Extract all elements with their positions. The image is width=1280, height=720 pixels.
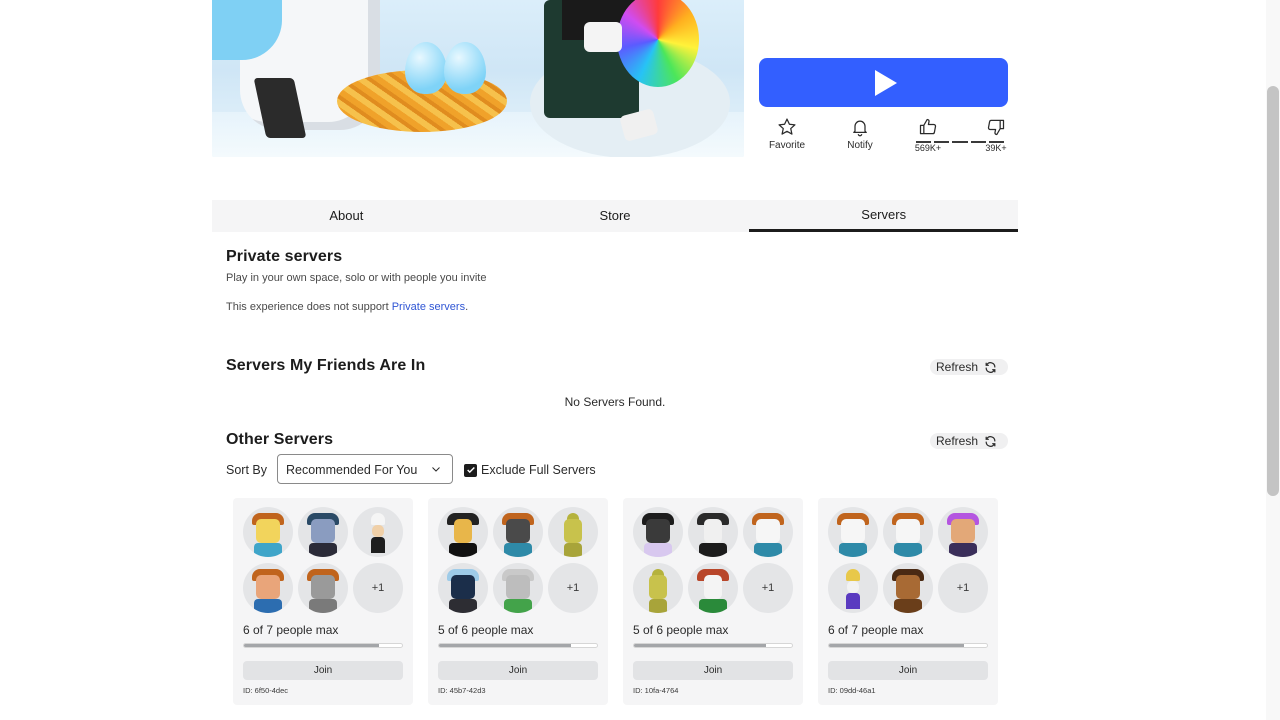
- player-avatar[interactable]: [493, 563, 543, 613]
- server-capacity: 5 of 6 people max: [633, 623, 729, 637]
- server-capacity: 6 of 7 people max: [828, 623, 924, 637]
- player-avatar[interactable]: [298, 507, 348, 557]
- refresh-label: Refresh: [936, 434, 979, 448]
- player-avatar[interactable]: [743, 507, 793, 557]
- tab-bar: About Store Servers: [212, 200, 1019, 232]
- capacity-bar-fill: [634, 644, 766, 647]
- capacity-bar: [243, 643, 403, 648]
- player-avatar[interactable]: [438, 507, 488, 557]
- capacity-bar-fill: [244, 644, 380, 647]
- experience-page: Favorite Notify 569K+ 39K+ About Store S…: [0, 0, 1280, 720]
- player-avatar[interactable]: [353, 507, 403, 557]
- server-id: ID: 09dd-46a1: [828, 686, 876, 695]
- private-servers-notice: This experience does not support Private…: [226, 301, 468, 313]
- server-card: +1 6 of 7 people max Join ID: 09dd-46a1: [818, 498, 998, 705]
- more-players-badge[interactable]: +1: [548, 563, 598, 613]
- chevron-down-icon: [432, 467, 440, 472]
- thumbs-down-icon: [987, 119, 1005, 136]
- notice-text: This experience does not support: [226, 301, 392, 313]
- checkbox-checked-icon: [464, 463, 477, 477]
- join-button[interactable]: Join: [828, 661, 988, 680]
- server-card: +1 5 of 6 people max Join ID: 45b7-42d3: [428, 498, 608, 705]
- notify-label: Notify: [847, 140, 873, 151]
- player-avatar[interactable]: [493, 507, 543, 557]
- player-avatar[interactable]: [938, 507, 988, 557]
- scrollbar-thumb[interactable]: [1267, 86, 1279, 496]
- no-servers-message: No Servers Found.: [564, 395, 666, 409]
- player-avatar[interactable]: [438, 563, 488, 613]
- player-avatars: +1: [633, 507, 795, 613]
- exclude-full-servers-label: Exclude Full Servers: [481, 463, 596, 477]
- friends-servers-title: Servers My Friends Are In: [226, 357, 426, 374]
- blue-egg: [405, 42, 447, 94]
- private-servers-subtitle: Play in your own space, solo or with peo…: [226, 272, 487, 284]
- server-capacity: 6 of 7 people max: [243, 623, 339, 637]
- join-button[interactable]: Join: [633, 661, 793, 680]
- capacity-bar-fill: [439, 644, 571, 647]
- capacity-bar: [633, 643, 793, 648]
- tab-about[interactable]: About: [212, 200, 481, 232]
- player-avatar[interactable]: [243, 563, 293, 613]
- tab-servers[interactable]: Servers: [749, 200, 1019, 232]
- player-avatar[interactable]: [828, 507, 878, 557]
- star-icon: [778, 118, 796, 135]
- upvote-count: 569K+: [914, 143, 942, 153]
- server-capacity: 5 of 6 people max: [438, 623, 534, 637]
- server-id: ID: 10fa-4764: [633, 686, 679, 695]
- player-avatar[interactable]: [883, 507, 933, 557]
- notice-period: .: [465, 301, 469, 313]
- player-avatar[interactable]: [298, 563, 348, 613]
- exclude-full-servers-checkbox[interactable]: Exclude Full Servers: [464, 463, 596, 477]
- tab-store[interactable]: Store: [481, 200, 750, 232]
- join-button[interactable]: Join: [438, 661, 598, 680]
- private-servers-link[interactable]: Private servers: [392, 301, 465, 313]
- capacity-bar: [438, 643, 598, 648]
- player-avatars: +1: [438, 507, 600, 613]
- favorite-label: Favorite: [768, 140, 806, 151]
- sort-by-dropdown[interactable]: Recommended For You: [277, 454, 453, 484]
- player-avatar[interactable]: [883, 563, 933, 613]
- refresh-icon: [985, 361, 996, 373]
- more-players-badge[interactable]: +1: [353, 563, 403, 613]
- player-avatar[interactable]: [548, 507, 598, 557]
- play-button[interactable]: [759, 58, 1008, 107]
- favorite-button[interactable]: Favorite: [765, 117, 809, 151]
- friends-refresh-button[interactable]: Refresh: [930, 359, 1008, 375]
- notify-button[interactable]: Notify: [839, 117, 881, 151]
- server-id: ID: 6f50-4dec: [243, 686, 289, 695]
- other-servers-title: Other Servers: [226, 431, 334, 448]
- refresh-icon: [985, 435, 996, 447]
- refresh-label: Refresh: [936, 360, 979, 374]
- player-avatar[interactable]: [633, 507, 683, 557]
- join-button[interactable]: Join: [243, 661, 403, 680]
- private-servers-title: Private servers: [226, 248, 343, 265]
- thumbs-up-icon: [919, 118, 937, 135]
- player-avatars: +1: [828, 507, 990, 613]
- player-avatar[interactable]: [633, 563, 683, 613]
- server-id: ID: 45b7-42d3: [438, 686, 486, 695]
- upvote-button[interactable]: 569K+: [910, 117, 946, 153]
- downvote-button[interactable]: 39K+: [978, 117, 1014, 153]
- avatar-hand: [584, 22, 622, 52]
- sort-by-value: Recommended For You: [286, 463, 418, 477]
- other-refresh-button[interactable]: Refresh: [930, 433, 1008, 449]
- more-players-badge[interactable]: +1: [743, 563, 793, 613]
- player-avatar[interactable]: [688, 507, 738, 557]
- more-players-badge[interactable]: +1: [938, 563, 988, 613]
- experience-thumbnail: [212, 0, 744, 157]
- downvote-count: 39K+: [985, 143, 1007, 153]
- server-card: +1 5 of 6 people max Join ID: 10fa-4764: [623, 498, 803, 705]
- player-avatars: +1: [243, 507, 405, 613]
- player-avatar[interactable]: [688, 563, 738, 613]
- blue-egg: [444, 42, 486, 94]
- bell-icon: [853, 120, 867, 137]
- sort-by-label: Sort By: [226, 463, 267, 477]
- play-icon: [874, 69, 897, 96]
- capacity-bar: [828, 643, 988, 648]
- player-avatar[interactable]: [243, 507, 293, 557]
- capacity-bar-fill: [829, 644, 965, 647]
- server-card: +1 6 of 7 people max Join ID: 6f50-4dec: [233, 498, 413, 705]
- player-avatar[interactable]: [828, 563, 878, 613]
